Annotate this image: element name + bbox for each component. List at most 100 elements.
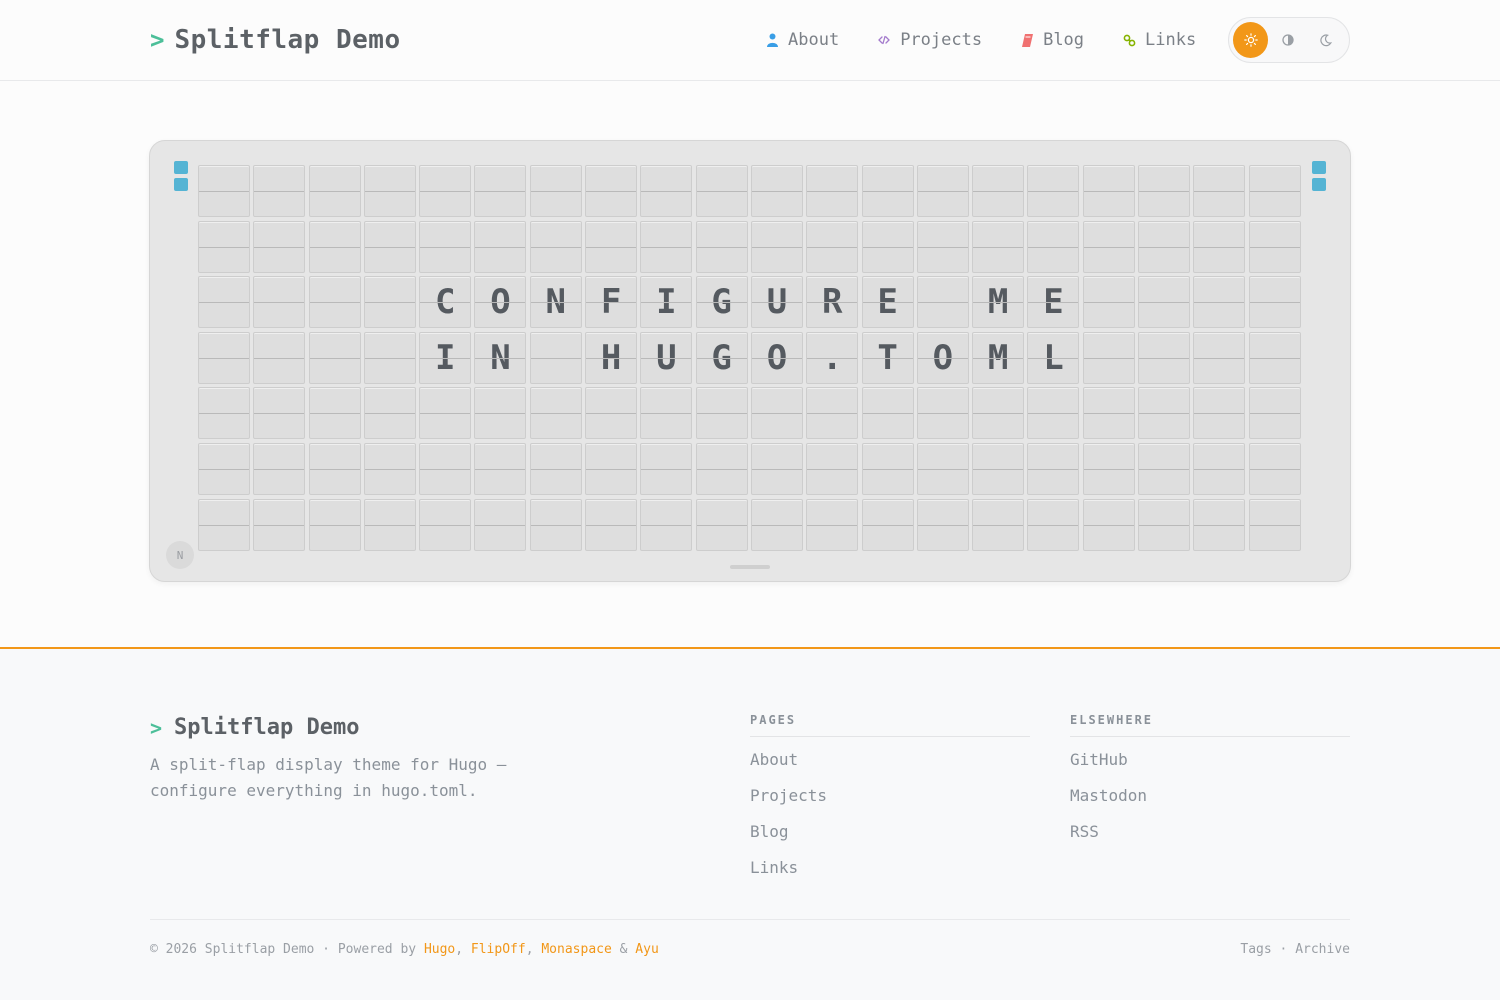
flap-tile <box>972 165 1025 217</box>
flap-tile <box>1082 442 1135 495</box>
credit-link-flipoff[interactable]: FlipOff <box>471 942 526 957</box>
flap-tile <box>806 387 859 440</box>
flap-tile <box>750 387 803 440</box>
board-handle[interactable] <box>730 565 770 569</box>
flap-tile <box>585 442 638 495</box>
board-badge[interactable]: N <box>166 541 194 569</box>
flap-tile <box>198 220 250 273</box>
nav-item-about[interactable]: About <box>765 26 839 54</box>
footer-link-mastodon[interactable]: Mastodon <box>1070 786 1350 822</box>
flap-tile: R <box>806 276 859 329</box>
footer-link-about[interactable]: About <box>750 750 1030 786</box>
flap-tile <box>806 220 859 273</box>
flap-tile <box>1082 165 1135 217</box>
credit-separator: , <box>525 942 542 957</box>
flap-tile <box>585 387 638 440</box>
flap-tile <box>363 165 416 217</box>
flap-tile <box>695 498 748 551</box>
flap-tile <box>695 220 748 273</box>
footer-bottom-bar: © 2026 Splitflap Demo · Powered by Hugo,… <box>150 919 1350 957</box>
flap-tile <box>916 220 969 273</box>
flap-tile: U <box>750 276 803 329</box>
credit-link-ayu[interactable]: Ayu <box>635 942 658 957</box>
flap-tile <box>474 387 527 440</box>
flap-tile <box>861 442 914 495</box>
flap-tile: C <box>419 276 472 329</box>
status-led <box>1312 178 1326 191</box>
flap-tile <box>1193 276 1246 329</box>
flap-tile: . <box>806 331 859 384</box>
flap-tile <box>363 331 416 384</box>
flap-tile <box>916 442 969 495</box>
flap-tile <box>861 165 914 217</box>
flap-tile <box>1248 165 1301 217</box>
flap-tile <box>640 165 693 217</box>
flap-tile <box>695 165 748 217</box>
flap-tile <box>861 220 914 273</box>
status-led <box>174 178 188 191</box>
footer-link-blog[interactable]: Blog <box>750 822 1030 858</box>
nav-label: Links <box>1145 30 1197 50</box>
flap-tile <box>308 387 361 440</box>
nav-item-links[interactable]: Links <box>1122 26 1196 54</box>
site-brand[interactable]: > Splitflap Demo <box>150 24 401 56</box>
footer-link-rss[interactable]: RSS <box>1070 822 1350 858</box>
flap-tile <box>585 498 638 551</box>
flap-tile: N <box>529 276 582 329</box>
nav-item-blog[interactable]: Blog <box>1020 26 1084 54</box>
flap-tile <box>916 498 969 551</box>
flap-tile <box>1027 498 1080 551</box>
credit-link-hugo[interactable]: Hugo <box>424 942 455 957</box>
footer-link-tags[interactable]: Tags <box>1240 942 1271 957</box>
flap-tile <box>529 331 582 384</box>
flap-tile <box>198 276 250 329</box>
flap-tile <box>253 165 306 217</box>
flap-tile <box>1248 331 1301 384</box>
flap-grid: CONFIGURE ME IN HUGO.TOML <box>198 165 1303 551</box>
flap-tile <box>861 498 914 551</box>
flap-tile <box>1193 442 1246 495</box>
flap-tile <box>253 220 306 273</box>
flap-tile <box>585 220 638 273</box>
flap-tile <box>1082 387 1135 440</box>
flap-tile <box>916 165 969 217</box>
flap-tile <box>1027 165 1080 217</box>
credit-link-monaspace[interactable]: Monaspace <box>541 942 611 957</box>
flap-tile <box>916 387 969 440</box>
flap-tile <box>1248 276 1301 329</box>
prompt-icon: > <box>150 26 165 54</box>
flap-tile <box>1138 165 1191 217</box>
footer-link-archive[interactable]: Archive <box>1295 942 1350 957</box>
flap-tile <box>474 220 527 273</box>
theme-dark-button[interactable] <box>1308 22 1343 58</box>
copyright-text: © 2026 Splitflap Demo · Powered by <box>150 942 424 957</box>
footer-link-github[interactable]: GitHub <box>1070 750 1350 786</box>
flap-tile <box>308 331 361 384</box>
flap-tile <box>1248 442 1301 495</box>
flap-tile <box>529 498 582 551</box>
flap-tile: M <box>972 331 1025 384</box>
flap-tile <box>1193 498 1246 551</box>
flap-tile: U <box>640 331 693 384</box>
flap-tile <box>806 165 859 217</box>
nav-item-projects[interactable]: Projects <box>877 26 982 54</box>
flap-tile <box>198 442 250 495</box>
flap-tile <box>640 442 693 495</box>
flap-tile <box>916 276 969 329</box>
flap-tile: I <box>419 331 472 384</box>
meta-separator: · <box>1271 942 1296 957</box>
flap-tile <box>1138 220 1191 273</box>
flap-tile: H <box>585 331 638 384</box>
theme-auto-button[interactable] <box>1270 22 1305 58</box>
footer-pages-column: PAGES About Projects Blog Links <box>750 713 1030 894</box>
flap-tile <box>253 498 306 551</box>
flap-tile <box>419 442 472 495</box>
footer-brand: > Splitflap Demo <box>150 715 359 740</box>
theme-light-button[interactable] <box>1233 22 1269 58</box>
footer-link-links[interactable]: Links <box>750 858 1030 894</box>
flap-tile <box>1248 387 1301 440</box>
footer-link-projects[interactable]: Projects <box>750 786 1030 822</box>
flap-tile: T <box>861 331 914 384</box>
flap-tile <box>640 220 693 273</box>
flap-tile <box>363 220 416 273</box>
